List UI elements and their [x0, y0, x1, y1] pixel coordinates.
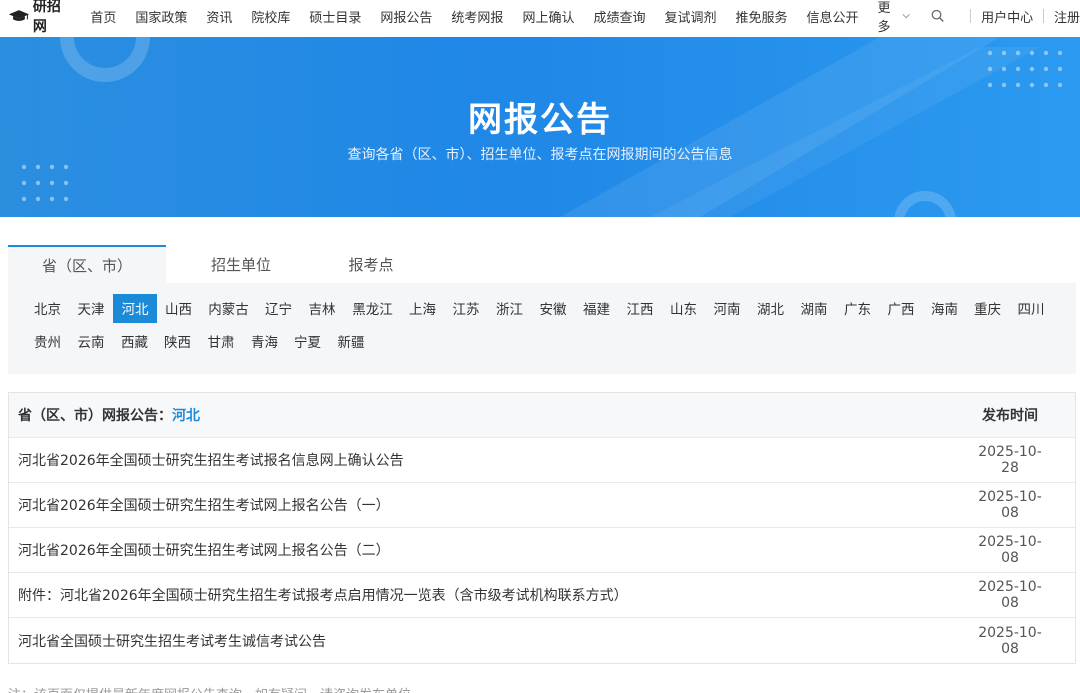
nav-divider	[970, 9, 972, 23]
page-subtitle: 查询各省（区、市）、招生单位、报考点在网报期间的公告信息	[347, 147, 733, 163]
province-row: 贵州 云南 西藏 陕西 甘肃 青海 宁夏 新疆	[26, 326, 1076, 356]
nav-recommend[interactable]: 推免服务	[735, 7, 787, 26]
publish-date: 2025-10-28	[978, 444, 1042, 476]
table-row: 附件：河北省2026年全国硕士研究生招生考试报考点启用情况一览表（含市级考试机构…	[9, 573, 1075, 618]
table-header: 省（区、市）网报公告：河北 发布时间	[9, 393, 1075, 438]
province-item[interactable]: 宁夏	[286, 327, 329, 356]
nav-divider	[1043, 9, 1044, 23]
table-row: 河北省2026年全国硕士研究生招生考试网上报名公告（一） 2025-10-08	[9, 483, 1075, 528]
table-row: 河北省全国硕士研究生招生考试考生诚信考试公告 2025-10-08	[9, 618, 1075, 663]
nav-more[interactable]: 更多	[878, 0, 911, 35]
province-item[interactable]: 四川	[1009, 294, 1053, 323]
category-tabs: 省（区、市） 招生单位 报考点	[8, 245, 1076, 283]
user-center-link[interactable]: 用户中心	[981, 7, 1033, 26]
page-title: 网报公告	[468, 100, 612, 140]
nav-online-registration[interactable]: 统考网报	[451, 7, 503, 26]
graduation-cap-icon	[8, 10, 30, 22]
province-item[interactable]: 浙江	[488, 294, 531, 323]
province-panel: 北京 天津 河北 山西 内蒙古 辽宁 吉林 黑龙江 上海 江苏 浙江 安徽 福建 江西 山东 河南 湖北 湖南 广东…	[8, 283, 1076, 374]
province-item[interactable]: 广东	[836, 294, 879, 323]
province-item[interactable]: 黑龙江	[344, 294, 401, 323]
nav-news[interactable]: 资讯	[206, 7, 232, 26]
nav-score-query[interactable]: 成绩查询	[593, 7, 645, 26]
publish-date: 2025-10-08	[978, 624, 1042, 657]
province-item[interactable]: 安徽	[531, 294, 575, 323]
site-logo[interactable]: 研招网	[8, 0, 68, 36]
announcement-table: 省（区、市）网报公告：河北 发布时间 河北省2026年全国硕士研究生招生考试报名…	[8, 392, 1076, 664]
province-item[interactable]: 山东	[662, 294, 705, 323]
nav-announcements[interactable]: 网报公告	[380, 7, 432, 26]
publish-date: 2025-10-08	[978, 489, 1042, 521]
tab-institution[interactable]: 招生单位	[166, 245, 316, 283]
table-row: 河北省2026年全国硕士研究生招生考试报名信息网上确认公告 2025-10-28	[9, 438, 1075, 483]
nav-more-label: 更多	[877, 1, 891, 35]
province-item[interactable]: 广西	[879, 294, 923, 323]
province-item[interactable]: 辽宁	[257, 294, 300, 323]
publish-date: 2025-10-08	[978, 534, 1042, 566]
register-link[interactable]: 注册	[1054, 7, 1080, 26]
nav-home[interactable]: 首页	[90, 7, 116, 26]
footer-note: 注：该页面仅提供最新年度网报公告查询，如有疑问，请咨询发布单位。	[8, 684, 424, 693]
province-item[interactable]: 西藏	[113, 327, 156, 356]
publish-date: 2025-10-08	[978, 579, 1042, 611]
announcement-link[interactable]: 河北省2026年全国硕士研究生招生考试报名信息网上确认公告	[18, 450, 970, 470]
province-item[interactable]: 贵州	[26, 327, 69, 356]
province-item[interactable]: 海南	[923, 294, 966, 323]
province-item[interactable]: 山西	[157, 294, 200, 323]
banner: 网报公告 查询各省（区、市）、招生单位、报考点在网报期间的公告信息	[0, 37, 1080, 217]
province-item[interactable]: 福建	[575, 294, 618, 323]
chevron-down-icon	[902, 13, 911, 19]
province-item[interactable]: 新疆	[329, 327, 373, 356]
table-header-title: 省（区、市）网报公告：河北	[18, 405, 970, 425]
header-label: 省（区、市）网报公告：	[18, 408, 172, 424]
province-item[interactable]: 青海	[243, 327, 286, 356]
province-item[interactable]: 河北	[113, 293, 157, 323]
search-icon[interactable]	[931, 8, 945, 24]
province-item[interactable]: 吉林	[300, 294, 344, 323]
top-nav: 研招网 首页 国家政策 资讯 院校库 硕士目录 网报公告 统考网报 网上确认 成…	[0, 0, 1080, 35]
nav-online-confirm[interactable]: 网上确认	[522, 7, 574, 26]
province-item[interactable]: 湖南	[792, 294, 836, 323]
nav-schools[interactable]: 院校库	[251, 7, 290, 26]
nav-policy[interactable]: 国家政策	[135, 7, 187, 26]
province-item[interactable]: 江西	[618, 294, 662, 323]
province-item[interactable]: 甘肃	[199, 327, 243, 356]
province-item[interactable]: 陕西	[156, 327, 199, 356]
announcement-link[interactable]: 河北省2026年全国硕士研究生招生考试网上报名公告（一）	[18, 495, 970, 515]
province-item[interactable]: 云南	[69, 327, 113, 356]
nav-retest-adjust[interactable]: 复试调剂	[664, 7, 716, 26]
province-item[interactable]: 河南	[705, 294, 749, 323]
logo-text: 研招网	[32, 0, 61, 35]
province-item[interactable]: 北京	[26, 294, 69, 323]
province-item[interactable]: 江苏	[444, 294, 488, 323]
nav-master-catalog[interactable]: 硕士目录	[309, 7, 361, 26]
province-item[interactable]: 天津	[69, 294, 113, 323]
announcement-link[interactable]: 河北省全国硕士研究生招生考试考生诚信考试公告	[18, 631, 970, 651]
province-item[interactable]: 重庆	[966, 294, 1009, 323]
announcement-link[interactable]: 附件：河北省2026年全国硕士研究生招生考试报考点启用情况一览表（含市级考试机构…	[18, 585, 970, 605]
province-item[interactable]: 上海	[401, 294, 444, 323]
tab-province[interactable]: 省（区、市）	[8, 245, 166, 283]
province-item[interactable]: 内蒙古	[200, 294, 257, 323]
table-row: 河北省2026年全国硕士研究生招生考试网上报名公告（二） 2025-10-08	[9, 528, 1075, 573]
announcement-link[interactable]: 河北省2026年全国硕士研究生招生考试网上报名公告（二）	[18, 540, 970, 560]
date-column-header: 发布时间	[982, 408, 1038, 424]
nav-info-public[interactable]: 信息公开	[807, 7, 859, 26]
province-item[interactable]: 湖北	[749, 294, 792, 323]
tab-exam-site[interactable]: 报考点	[316, 245, 426, 283]
header-selected-province: 河北	[172, 408, 200, 424]
province-row: 北京 天津 河北 山西 内蒙古 辽宁 吉林 黑龙江 上海 江苏 浙江 安徽 福建 江西 山东 河南 湖北 湖南 广东…	[26, 293, 1076, 323]
